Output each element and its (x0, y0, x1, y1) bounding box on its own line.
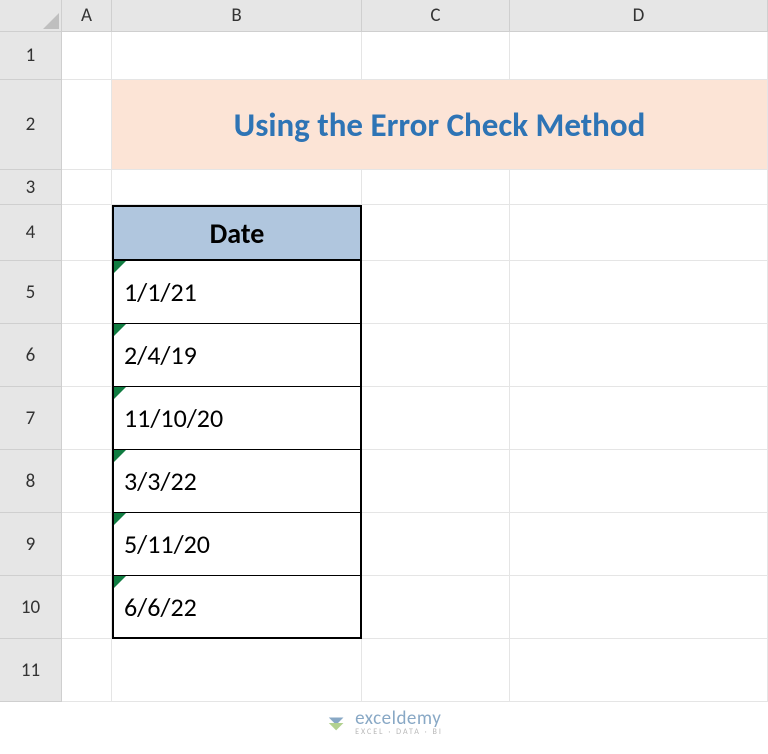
cell-A3[interactable] (62, 170, 112, 205)
cell-value: 5/11/20 (124, 528, 210, 560)
cell-value: 11/10/20 (124, 402, 223, 434)
table-row[interactable]: 6/6/22 (112, 576, 362, 639)
cell-A7[interactable] (62, 387, 112, 450)
table-row[interactable]: 11/10/20 (112, 387, 362, 450)
cell-D6[interactable] (510, 324, 768, 387)
error-indicator-icon[interactable] (114, 324, 126, 336)
cell-D5[interactable] (510, 261, 768, 324)
cell-D8[interactable] (510, 450, 768, 513)
cell-C1[interactable] (362, 32, 510, 80)
cell-B11[interactable] (112, 639, 362, 702)
row-header-8[interactable]: 8 (0, 450, 62, 513)
row-header-11[interactable]: 11 (0, 639, 62, 702)
error-indicator-icon[interactable] (114, 576, 126, 588)
row-header-3[interactable]: 3 (0, 170, 62, 205)
cell-D4[interactable] (510, 205, 768, 261)
cell-D11[interactable] (510, 639, 768, 702)
col-header-A[interactable]: A (62, 0, 112, 32)
row-header-1[interactable]: 1 (0, 32, 62, 80)
cell-B3[interactable] (112, 170, 362, 205)
cell-A10[interactable] (62, 576, 112, 639)
cell-C8[interactable] (362, 450, 510, 513)
cell-C7[interactable] (362, 387, 510, 450)
cell-value: 3/3/22 (124, 465, 197, 497)
cell-C11[interactable] (362, 639, 510, 702)
cell-A9[interactable] (62, 513, 112, 576)
cell-value: 6/6/22 (124, 591, 197, 623)
row-header-5[interactable]: 5 (0, 261, 62, 324)
spreadsheet-grid: A B C D 1 2 Using the Error Check Method… (0, 0, 768, 702)
col-header-B[interactable]: B (112, 0, 362, 32)
error-indicator-icon[interactable] (114, 513, 126, 525)
cell-C9[interactable] (362, 513, 510, 576)
cell-D10[interactable] (510, 576, 768, 639)
table-row[interactable]: 1/1/21 (112, 261, 362, 324)
cell-value: 2/4/19 (124, 339, 197, 371)
row-header-9[interactable]: 9 (0, 513, 62, 576)
cell-A11[interactable] (62, 639, 112, 702)
cell-A8[interactable] (62, 450, 112, 513)
cell-C5[interactable] (362, 261, 510, 324)
error-indicator-icon[interactable] (114, 387, 126, 399)
cell-A4[interactable] (62, 205, 112, 261)
cell-C10[interactable] (362, 576, 510, 639)
row-header-7[interactable]: 7 (0, 387, 62, 450)
cell-B1[interactable] (112, 32, 362, 80)
cell-A1[interactable] (62, 32, 112, 80)
table-row[interactable]: 5/11/20 (112, 513, 362, 576)
cell-D1[interactable] (510, 32, 768, 80)
error-indicator-icon[interactable] (114, 261, 126, 273)
cell-C6[interactable] (362, 324, 510, 387)
cell-C4[interactable] (362, 205, 510, 261)
cell-D7[interactable] (510, 387, 768, 450)
cell-A6[interactable] (62, 324, 112, 387)
error-indicator-icon[interactable] (114, 450, 126, 462)
cell-C3[interactable] (362, 170, 510, 205)
row-header-10[interactable]: 10 (0, 576, 62, 639)
col-header-C[interactable]: C (362, 0, 510, 32)
page-title: Using the Error Check Method (112, 80, 768, 170)
table-header-date[interactable]: Date (112, 205, 362, 261)
cell-A2[interactable] (62, 80, 112, 170)
cell-A5[interactable] (62, 261, 112, 324)
watermark-brand: exceldemy (355, 709, 443, 728)
watermark-tagline: EXCEL · DATA · BI (355, 728, 443, 736)
row-header-4[interactable]: 4 (0, 205, 62, 261)
table-row[interactable]: 2/4/19 (112, 324, 362, 387)
row-header-2[interactable]: 2 (0, 80, 62, 170)
table-row[interactable]: 3/3/22 (112, 450, 362, 513)
row-header-6[interactable]: 6 (0, 324, 62, 387)
watermark: exceldemy EXCEL · DATA · BI (325, 709, 443, 736)
select-all-corner[interactable] (0, 0, 62, 32)
col-header-D[interactable]: D (510, 0, 768, 32)
exceldemy-logo-icon (325, 712, 347, 734)
cell-D3[interactable] (510, 170, 768, 205)
cell-value: 1/1/21 (124, 276, 197, 308)
cell-D9[interactable] (510, 513, 768, 576)
